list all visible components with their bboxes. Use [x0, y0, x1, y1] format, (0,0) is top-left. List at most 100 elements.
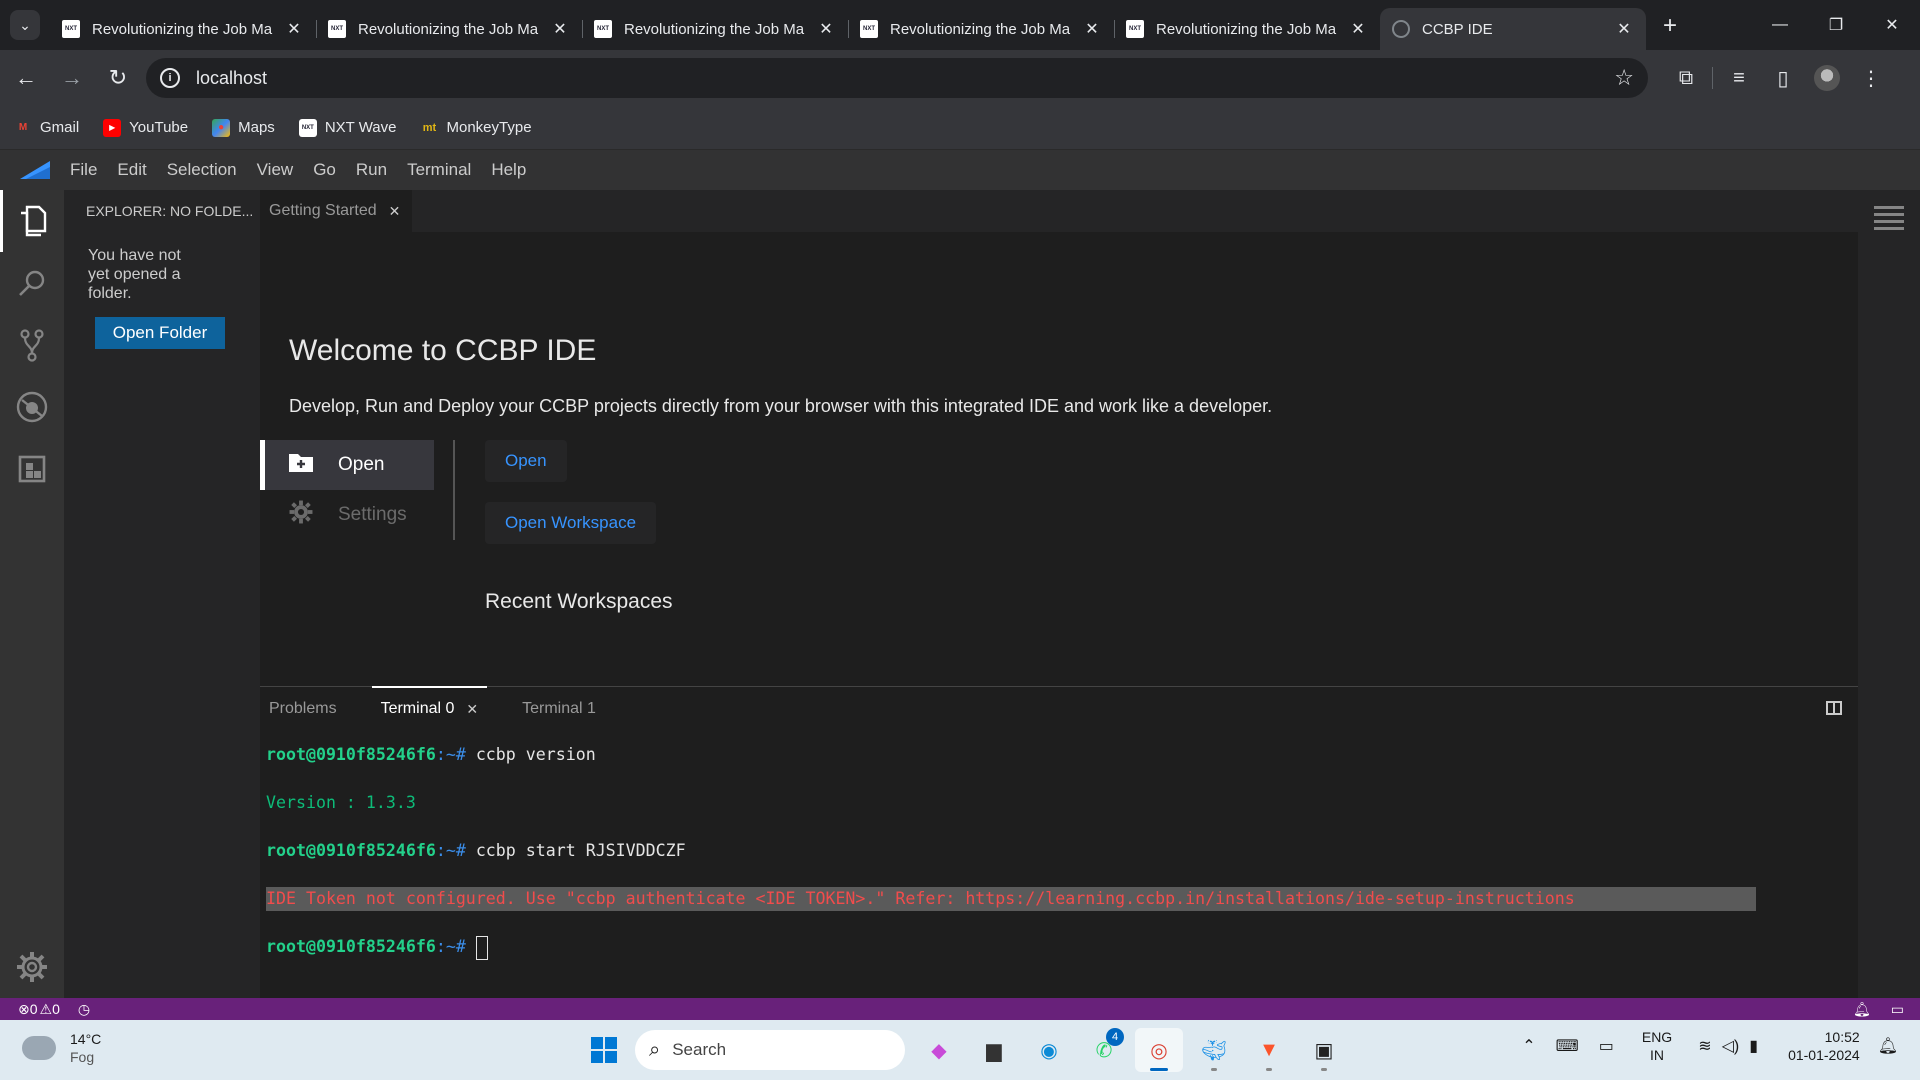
gear-icon: [17, 952, 47, 982]
menu-terminal[interactable]: Terminal: [407, 160, 471, 180]
language-indicator[interactable]: ENG IN: [1642, 1028, 1672, 1064]
taskbar-search[interactable]: ⌕ Search: [635, 1030, 905, 1070]
address-text[interactable]: localhost: [196, 68, 1614, 89]
weather-widget[interactable]: 14°C Fog: [22, 1030, 101, 1066]
search-icon: ⌕: [649, 1038, 661, 1061]
taskbar-copilot[interactable]: ◆: [915, 1028, 963, 1072]
taskbar-chrome[interactable]: ◎: [1135, 1028, 1183, 1072]
extensions-button[interactable]: ⧉: [1664, 58, 1708, 98]
bookmark-monkeytype[interactable]: mt MonkeyType: [421, 119, 532, 137]
taskbar-brave[interactable]: ▼: [1245, 1028, 1293, 1072]
clock[interactable]: 10:52 01-01-2024: [1788, 1028, 1860, 1064]
welcome-tab-open[interactable]: Open: [260, 440, 434, 490]
browser-tab[interactable]: NXT Revolutionizing the Job Ma ✕: [50, 8, 316, 50]
bookmark-gmail[interactable]: M Gmail: [14, 119, 79, 137]
bell-icon[interactable]: 🔔︎: [1853, 1001, 1871, 1018]
close-icon[interactable]: ✕: [389, 203, 401, 220]
running-indicator: [1266, 1068, 1272, 1071]
close-icon[interactable]: ✕: [1082, 19, 1102, 39]
restore-button[interactable]: ❐: [1808, 0, 1864, 50]
menu-go[interactable]: Go: [313, 160, 336, 180]
volume-icon[interactable]: ◁): [1722, 1036, 1740, 1056]
keyboard-icon[interactable]: ⌨: [1556, 1036, 1579, 1056]
media-control-button[interactable]: ≡: [1717, 58, 1761, 98]
menu-view[interactable]: View: [257, 160, 294, 180]
tab-search-button[interactable]: ⌄: [10, 10, 40, 40]
chevron-up-icon[interactable]: ⌃: [1522, 1036, 1535, 1056]
browser-tab[interactable]: NXT Revolutionizing the Job Ma ✕: [316, 8, 582, 50]
tab-problems[interactable]: Problems: [260, 687, 346, 731]
monkeytype-icon: mt: [422, 121, 437, 134]
taskbar-file-explorer[interactable]: ▆: [970, 1028, 1018, 1072]
split-panel-icon[interactable]: [1826, 701, 1842, 715]
close-icon[interactable]: ✕: [1614, 19, 1634, 39]
problems-status[interactable]: ⊗ 0 ⚠ 0: [18, 1001, 60, 1018]
browser-tab[interactable]: NXT Revolutionizing the Job Ma ✕: [582, 8, 848, 50]
files-icon: [21, 205, 47, 237]
chrome-menu-button[interactable]: ⋮: [1849, 58, 1893, 98]
back-button[interactable]: ←: [6, 58, 46, 98]
open-folder-button[interactable]: Open Folder: [95, 317, 225, 349]
taskbar-terminal[interactable]: ▣: [1300, 1028, 1348, 1072]
status-bar: ⊗ 0 ⚠ 0 ◷ 🔔︎ ▭: [0, 998, 1920, 1020]
welcome-tab-label: Settings: [338, 504, 407, 525]
battery-icon[interactable]: ▮: [1749, 1036, 1758, 1056]
taskbar-docker[interactable]: 🐳︎: [1190, 1028, 1238, 1072]
menu-run[interactable]: Run: [356, 160, 387, 180]
bookmark-maps[interactable]: ● Maps: [212, 118, 275, 137]
profile-button[interactable]: [1805, 58, 1849, 98]
activity-run-debug[interactable]: [0, 376, 64, 438]
outline-list-icon[interactable]: [1874, 206, 1904, 232]
info-icon[interactable]: i: [160, 68, 180, 88]
activity-source-control[interactable]: [0, 314, 64, 376]
tab-terminal-1[interactable]: Terminal 1: [513, 687, 605, 731]
close-window-button[interactable]: ✕: [1864, 0, 1920, 50]
start-button[interactable]: [580, 1028, 628, 1072]
open-workspace-button[interactable]: Open Workspace: [485, 502, 657, 544]
welcome-tab-settings[interactable]: Settings: [260, 490, 434, 540]
minimize-button[interactable]: —: [1752, 0, 1808, 50]
terminal-output[interactable]: root@0910f85246f6:~# ccbp version Versio…: [260, 731, 1858, 971]
menu-help[interactable]: Help: [491, 160, 526, 180]
close-icon[interactable]: ✕: [550, 19, 570, 39]
browser-tab-active[interactable]: CCBP IDE ✕: [1380, 8, 1646, 50]
tab-title: CCBP IDE: [1422, 20, 1493, 38]
bookmark-youtube[interactable]: ▶ YouTube: [103, 118, 188, 137]
tab-getting-started[interactable]: Getting Started ✕: [260, 190, 413, 232]
taskbar-whatsapp[interactable]: ✆ 4: [1080, 1028, 1128, 1072]
menu-selection[interactable]: Selection: [167, 160, 237, 180]
bookmark-star-icon[interactable]: ☆: [1614, 65, 1634, 91]
close-icon[interactable]: ✕: [466, 701, 478, 718]
close-icon[interactable]: ✕: [816, 19, 836, 39]
tab-terminal-0[interactable]: Terminal 0 ✕: [371, 686, 488, 730]
close-icon[interactable]: ✕: [284, 19, 304, 39]
reload-button[interactable]: ↻: [98, 58, 138, 98]
activity-explorer[interactable]: [0, 190, 64, 252]
close-icon[interactable]: ✕: [1348, 19, 1368, 39]
chevron-down-icon: ⌄: [19, 16, 31, 33]
address-bar[interactable]: i localhost ☆: [146, 58, 1648, 98]
activity-extensions[interactable]: [0, 438, 64, 500]
bookmark-nxt-wave[interactable]: NXT NXT Wave: [298, 118, 397, 137]
clock-date: 01-01-2024: [1788, 1047, 1860, 1063]
forward-button[interactable]: →: [52, 58, 92, 98]
touchpad-icon[interactable]: ▭: [1599, 1036, 1614, 1056]
activity-manage[interactable]: [0, 936, 64, 998]
browser-tab[interactable]: NXT Revolutionizing the Job Ma ✕: [1114, 8, 1380, 50]
minimize-icon: —: [1772, 16, 1788, 33]
new-tab-button[interactable]: +: [1652, 8, 1688, 44]
brave-icon: ▼: [1259, 1038, 1279, 1061]
notification-bell-icon[interactable]: 🔔︎: [1878, 1036, 1898, 1056]
open-button[interactable]: Open: [485, 440, 567, 482]
history-status[interactable]: ◷: [78, 1001, 90, 1018]
menu-edit[interactable]: Edit: [117, 160, 146, 180]
menu-file[interactable]: File: [70, 160, 97, 180]
side-panel-button[interactable]: ▯: [1761, 58, 1805, 98]
media-queue-icon: ≡: [1733, 66, 1745, 89]
layout-icon[interactable]: ▭: [1891, 1001, 1904, 1018]
taskbar-edge[interactable]: ◉: [1025, 1028, 1073, 1072]
windows-logo-icon: [591, 1037, 617, 1063]
activity-search[interactable]: [0, 252, 64, 314]
wifi-icon[interactable]: ≋: [1698, 1036, 1711, 1056]
browser-tab[interactable]: NXT Revolutionizing the Job Ma ✕: [848, 8, 1114, 50]
